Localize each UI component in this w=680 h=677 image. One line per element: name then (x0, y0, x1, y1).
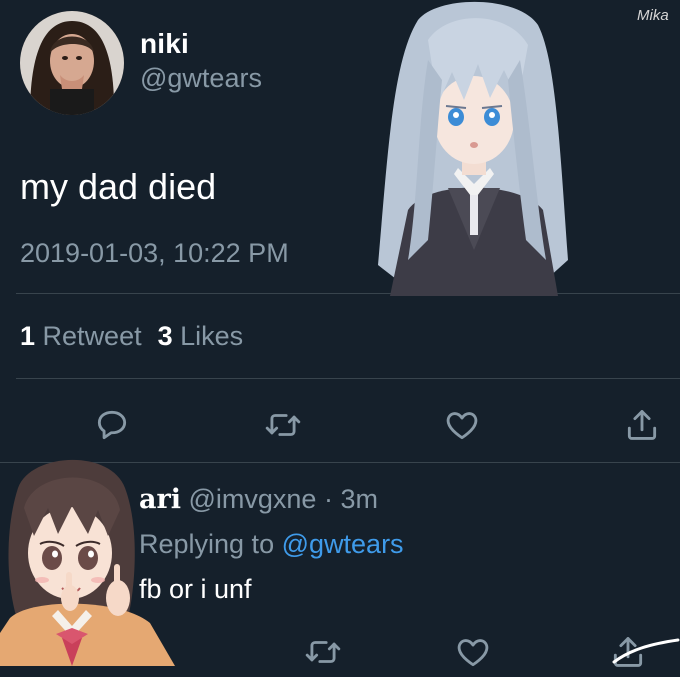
avatar[interactable] (20, 11, 124, 115)
watermark: Mika (637, 7, 669, 24)
display-name[interactable]: niki (140, 28, 189, 60)
like-count[interactable]: 3 (158, 321, 173, 351)
like-label[interactable]: Likes (180, 321, 243, 351)
retweet-label[interactable]: Retweet (43, 321, 142, 351)
reply-handle-time[interactable]: @imvgxne · 3m (189, 484, 378, 514)
anime-character-sticker (378, 1, 568, 296)
reply-button[interactable] (87, 400, 137, 450)
replying-to-mention[interactable]: @gwtears (282, 529, 404, 559)
tweet-text: my dad died (20, 166, 217, 207)
retweet-button[interactable] (258, 400, 308, 450)
share-icon (627, 410, 657, 440)
engagement-stats: 1 Retweet 3 Likes (20, 321, 243, 352)
anime-character-sticker (0, 459, 175, 666)
reply-like-button[interactable] (448, 627, 498, 677)
retweet-count[interactable]: 1 (20, 321, 35, 351)
share-button[interactable] (617, 400, 667, 450)
timestamp[interactable]: 2019-01-03, 10:22 PM (20, 238, 289, 269)
handdrawn-arrow-mark (612, 638, 680, 664)
handle[interactable]: @gwtears (140, 63, 262, 94)
divider (16, 378, 680, 379)
retweet-icon (265, 414, 301, 436)
heart-icon (457, 639, 489, 667)
reply-icon (97, 410, 127, 440)
heart-icon (446, 412, 478, 440)
reply-retweet-button[interactable] (298, 627, 348, 677)
avatar-image (20, 11, 124, 115)
divider (16, 293, 680, 294)
retweet-icon (305, 641, 341, 663)
like-button[interactable] (437, 400, 487, 450)
